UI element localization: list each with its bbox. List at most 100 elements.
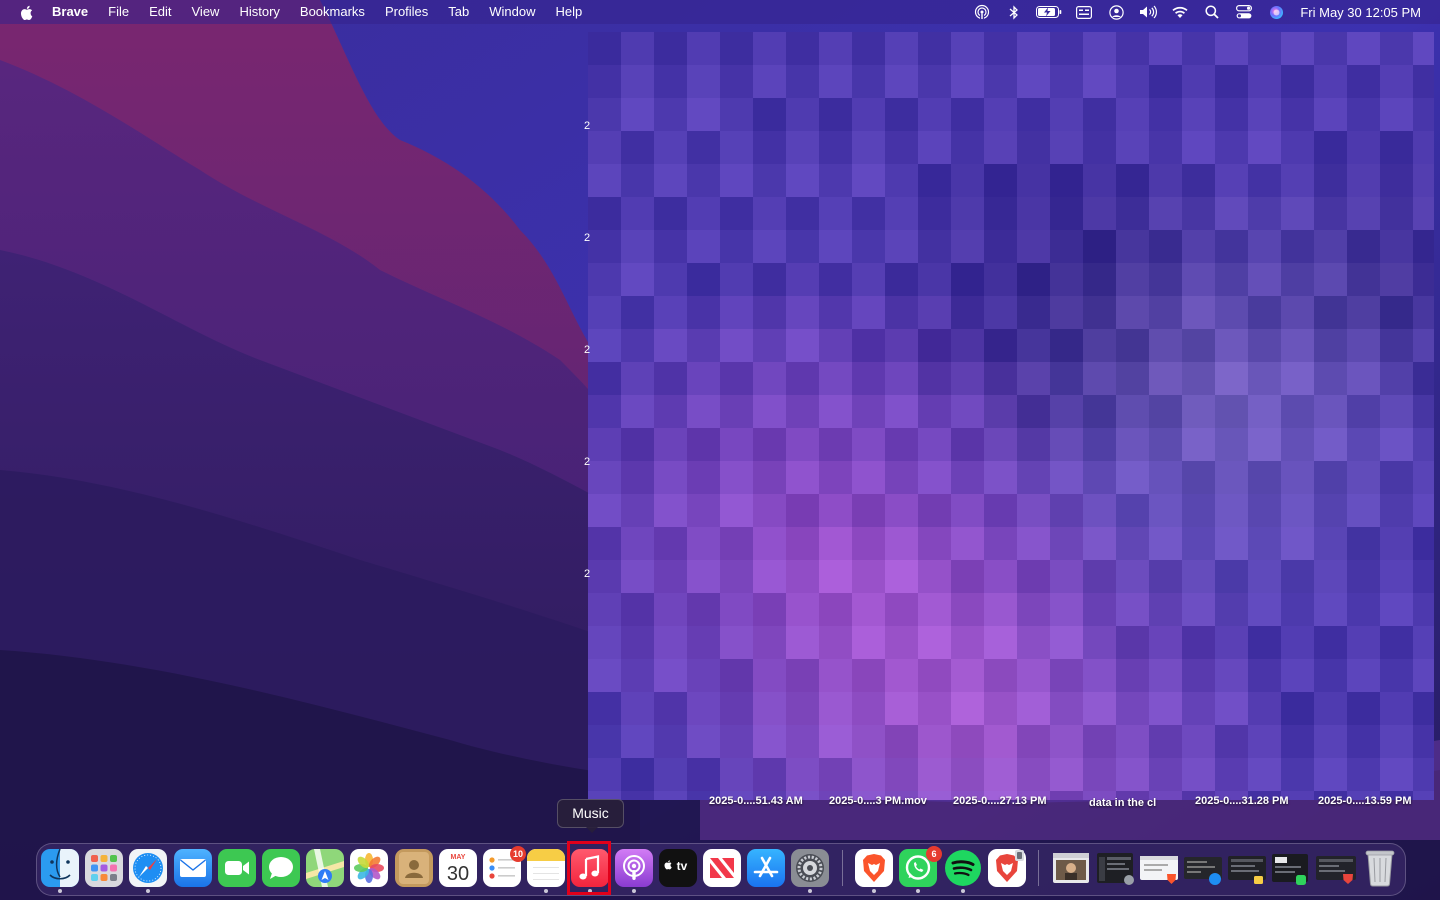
running-indicator	[146, 889, 150, 893]
calendar-day: 30	[447, 863, 469, 885]
volume-icon[interactable]	[1137, 0, 1159, 24]
minimized-window[interactable]	[1052, 850, 1090, 886]
running-indicator	[916, 889, 920, 893]
dock-app-news[interactable]	[703, 849, 741, 887]
menu-view[interactable]: View	[182, 0, 230, 24]
notification-badge: 10	[510, 846, 526, 862]
menu-bar: Brave File Edit View History Bookmarks P…	[0, 0, 1440, 24]
running-indicator	[58, 889, 62, 893]
control-center-icon[interactable]	[1233, 0, 1255, 24]
dock-app-maps[interactable]	[306, 849, 344, 887]
brave-icon	[855, 849, 893, 887]
desktop-edge-text: 2	[584, 568, 590, 580]
maps-icon	[306, 849, 344, 887]
menu-bookmarks[interactable]: Bookmarks	[290, 0, 375, 24]
minimized-window-thumbnail-5	[1228, 856, 1266, 884]
app-store-icon	[747, 849, 785, 887]
finder-icon	[41, 849, 79, 887]
minimized-window-thumbnail-3	[1140, 856, 1178, 884]
desktop-file-label[interactable]: 2025-0....51.43 AM	[709, 795, 821, 807]
dock-app-brave[interactable]	[855, 849, 893, 887]
menu-file[interactable]: File	[98, 0, 139, 24]
spotify-icon	[945, 850, 981, 886]
minimized-window[interactable]	[1272, 850, 1312, 886]
running-indicator	[544, 889, 548, 893]
desktop-edge-text: 2	[584, 232, 590, 244]
dock-app-safari[interactable]	[129, 849, 167, 887]
running-indicator	[632, 889, 636, 893]
news-icon	[703, 849, 741, 887]
podcasts-icon	[615, 849, 653, 887]
dock-app-whatsapp[interactable]: 6	[899, 846, 942, 887]
desktop-edge-text: 2	[584, 344, 590, 356]
spotlight-search-icon[interactable]	[1201, 0, 1223, 24]
battery-charging-icon[interactable]	[1035, 0, 1063, 24]
desktop-file-label[interactable]: 2025-0....31.28 PM	[1195, 795, 1310, 807]
dock-app-launchpad[interactable]	[85, 849, 123, 887]
mail-icon	[174, 849, 212, 887]
brave-beta-icon	[988, 849, 1026, 887]
minimized-window[interactable]	[1228, 850, 1268, 886]
dock-app-photos[interactable]	[350, 849, 388, 887]
menu-app-name[interactable]: Brave	[52, 0, 98, 24]
calendar-icon: MAY 30	[439, 849, 477, 887]
dock-app-notes[interactable]	[527, 849, 565, 887]
desktop-file-label[interactable]: 2025-0....13.59 PM	[1318, 795, 1433, 807]
running-indicator	[808, 889, 812, 893]
menu-help[interactable]: Help	[546, 0, 593, 24]
menu-history[interactable]: History	[229, 0, 289, 24]
dock-app-finder[interactable]	[41, 849, 79, 887]
dock-app-mail[interactable]	[174, 849, 212, 887]
dock-separator	[1038, 850, 1039, 886]
running-indicator	[872, 889, 876, 893]
safari-icon	[129, 849, 167, 887]
contacts-icon	[395, 849, 433, 887]
desktop-file-label[interactable]: 2025-0....3 PM.mov	[829, 795, 944, 807]
desktop-edge-text: 2	[584, 456, 590, 468]
minimized-window[interactable]	[1184, 850, 1224, 886]
dock-app-system-settings[interactable]	[791, 849, 829, 887]
pixelated-content-area	[588, 32, 1434, 800]
dock-app-calendar[interactable]: MAY 30	[439, 849, 477, 887]
dock-app-podcasts[interactable]	[615, 849, 653, 887]
minimized-window[interactable]	[1096, 850, 1136, 886]
dock-separator	[842, 850, 843, 886]
dock-app-facetime[interactable]	[218, 849, 256, 887]
running-indicator	[961, 889, 965, 893]
menu-window[interactable]: Window	[479, 0, 545, 24]
system-settings-icon	[791, 849, 829, 887]
notification-badge: 6	[926, 846, 942, 862]
menu-bar-clock[interactable]: Fri May 30 12:05 PM	[1300, 5, 1421, 20]
dock-app-contacts[interactable]	[395, 849, 433, 887]
dock-app-tv[interactable]: tv	[659, 849, 697, 887]
desktop-file-label[interactable]: data in the cl	[1089, 797, 1169, 809]
minimized-window-thumbnail-7	[1316, 856, 1356, 884]
apple-menu[interactable]	[0, 5, 52, 20]
dock-app-app-store[interactable]	[747, 849, 785, 887]
wifi-icon[interactable]	[1169, 0, 1191, 24]
minimized-window-thumbnail-1	[1053, 853, 1089, 883]
airdrop-icon[interactable]	[971, 0, 993, 24]
dock-app-spotify[interactable]	[944, 849, 982, 887]
desktop-file-label[interactable]: 2025-0....27.13 PM	[953, 795, 1065, 807]
launchpad-icon	[85, 849, 123, 887]
bluetooth-icon[interactable]	[1003, 0, 1025, 24]
minimized-window[interactable]	[1140, 850, 1180, 886]
minimized-window-thumbnail-4	[1184, 857, 1222, 885]
apple-tv-icon: tv	[659, 849, 697, 887]
menu-profiles[interactable]: Profiles	[375, 0, 438, 24]
keyboard-input-icon[interactable]	[1073, 0, 1095, 24]
dock-app-reminders[interactable]: 10	[483, 846, 526, 887]
menu-tab[interactable]: Tab	[438, 0, 479, 24]
user-account-icon[interactable]	[1105, 0, 1127, 24]
minimized-window[interactable]	[1316, 850, 1358, 886]
minimized-window-thumbnail-2	[1097, 853, 1134, 885]
siri-icon[interactable]	[1265, 0, 1287, 24]
dock-trash[interactable]	[1361, 847, 1399, 887]
menu-edit[interactable]: Edit	[139, 0, 181, 24]
dock-app-messages[interactable]	[262, 849, 300, 887]
dock-tooltip: Music	[557, 799, 624, 833]
dock-app-brave-beta[interactable]	[988, 849, 1026, 887]
selection-highlight-box	[567, 841, 611, 895]
minimized-window-thumbnail-6	[1272, 854, 1308, 885]
